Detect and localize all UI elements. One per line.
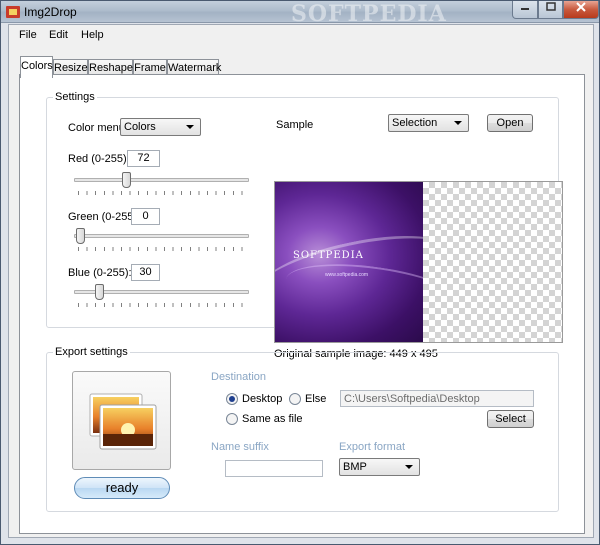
close-icon — [576, 2, 586, 12]
blue-slider-ticks — [78, 303, 246, 307]
chevron-down-icon — [186, 125, 194, 129]
name-suffix-label: Name suffix — [211, 441, 269, 453]
chevron-down-icon — [454, 121, 462, 125]
select-button[interactable]: Select — [487, 410, 534, 428]
tab-colors[interactable]: Colors — [20, 56, 53, 78]
open-button[interactable]: Open — [487, 114, 533, 132]
title-bar[interactable]: Img2Drop SOFTPEDIA — [1, 1, 599, 27]
app-window: Img2Drop SOFTPEDIA File Edit Help Colors… — [0, 0, 600, 545]
menu-help[interactable]: Help — [81, 29, 104, 41]
minimize-button[interactable] — [512, 1, 538, 19]
red-slider-thumb[interactable] — [122, 172, 132, 188]
blue-slider-thumb[interactable] — [95, 284, 105, 300]
sample-preview: SOFTPEDIA www.softpedia.com — [274, 181, 563, 343]
same-as-file-radio[interactable] — [226, 413, 238, 425]
export-settings-group: Export settings ready Destination Deskto… — [46, 346, 559, 512]
export-group-label: Export settings — [53, 346, 130, 358]
transparency-checkerboard — [423, 182, 562, 342]
sample-mode-value: Selection — [392, 117, 438, 129]
blue-label: Blue (0-255): — [68, 267, 132, 279]
color-menu-dropdown[interactable]: Colors — [120, 118, 201, 136]
export-format-dropdown[interactable]: BMP — [339, 458, 420, 476]
red-value-input[interactable]: 72 — [127, 150, 160, 167]
green-slider-ticks — [78, 247, 246, 251]
green-label: Green (0-255): — [68, 211, 141, 223]
export-preview — [72, 371, 171, 470]
sample-mode-dropdown[interactable]: Selection — [388, 114, 469, 132]
pictures-icon — [89, 393, 157, 450]
minimize-icon — [521, 8, 529, 10]
colors-tab-page: Settings Color menu: Colors Red (0-255):… — [19, 74, 585, 534]
maximize-button[interactable] — [538, 1, 563, 19]
same-as-file-label[interactable]: Same as file — [242, 413, 303, 425]
app-icon — [6, 6, 20, 18]
export-format-value: BMP — [343, 461, 367, 473]
destination-path-input[interactable]: C:\Users\Softpedia\Desktop — [340, 390, 534, 407]
red-label: Red (0-255): — [68, 153, 130, 165]
blue-value-input[interactable]: 30 — [131, 264, 160, 281]
sample-logo-text: SOFTPEDIA — [293, 250, 364, 261]
destination-label: Destination — [211, 371, 267, 383]
window-title: Img2Drop — [24, 5, 77, 19]
color-menu-value: Colors — [124, 121, 156, 133]
settings-group-label: Settings — [53, 91, 97, 103]
red-slider-ticks — [78, 191, 246, 195]
menu-edit[interactable]: Edit — [49, 29, 68, 41]
color-menu-label: Color menu: — [68, 122, 128, 134]
menu-bar: File Edit Help — [9, 25, 593, 45]
desktop-radio-label[interactable]: Desktop — [242, 393, 282, 405]
close-button[interactable] — [563, 1, 599, 19]
else-radio[interactable] — [289, 393, 301, 405]
client-area: File Edit Help Colors Resize Reshape Fra… — [8, 24, 594, 538]
else-radio-label[interactable]: Else — [305, 393, 326, 405]
green-slider-thumb[interactable] — [76, 228, 85, 244]
sample-label: Sample — [276, 119, 314, 131]
green-value-input[interactable]: 0 — [131, 208, 160, 225]
green-slider-track[interactable] — [74, 234, 249, 238]
ready-button[interactable]: ready — [74, 477, 170, 499]
name-suffix-input[interactable] — [225, 460, 323, 477]
sample-url-text: www.softpedia.com — [325, 272, 369, 278]
export-format-label: Export format — [339, 441, 406, 453]
settings-group: Settings Color menu: Colors Red (0-255):… — [46, 91, 563, 360]
desktop-radio[interactable] — [226, 393, 238, 405]
red-slider-track[interactable] — [74, 178, 249, 182]
chevron-down-icon — [405, 465, 413, 469]
maximize-icon — [545, 2, 556, 11]
sample-image: SOFTPEDIA www.softpedia.com — [275, 182, 468, 342]
menu-file[interactable]: File — [19, 29, 37, 41]
